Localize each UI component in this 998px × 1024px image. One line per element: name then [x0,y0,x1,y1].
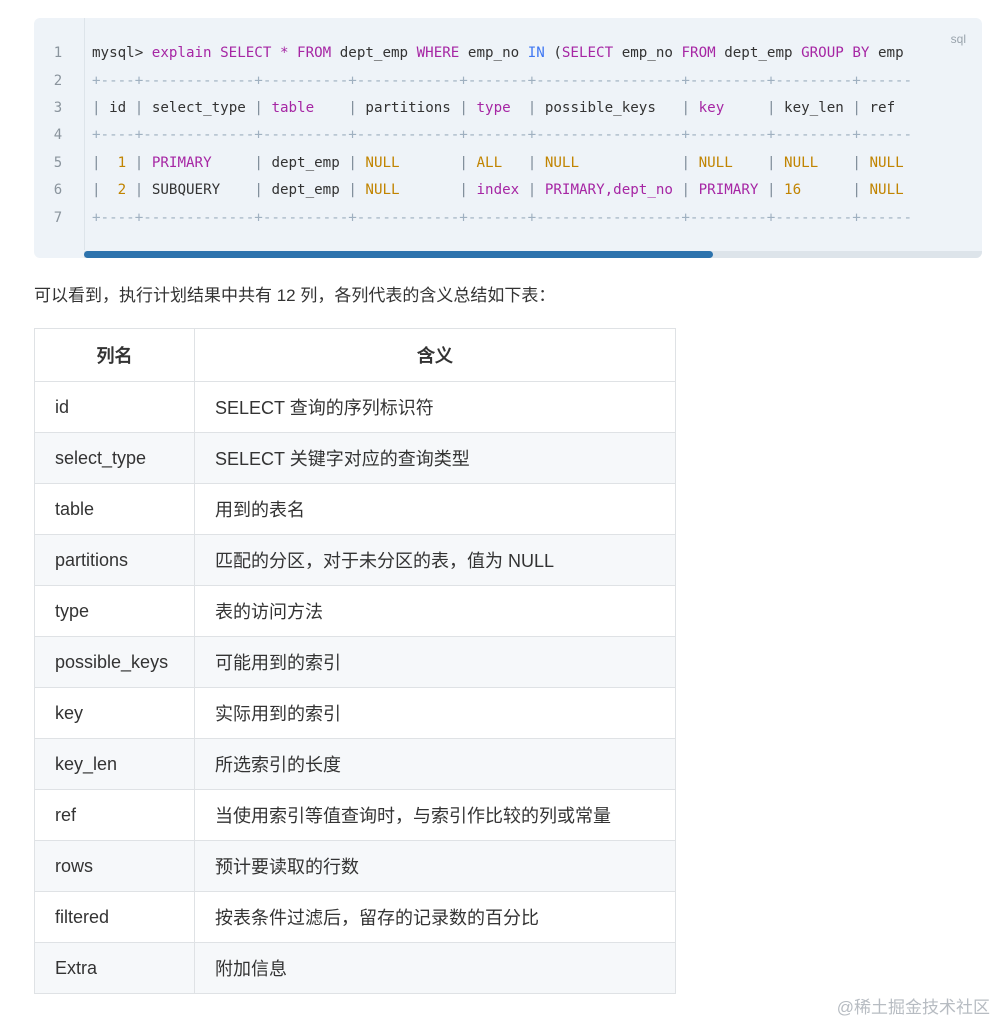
table-cell-meaning: 预计要读取的行数 [194,840,676,892]
table-cell-meaning: 匹配的分区，对于未分区的表，值为 NULL [194,534,676,586]
table-row: id SELECT 查询的序列标识符 [34,381,676,433]
watermark: @稀土掘金技术社区 [836,998,990,1017]
line-number: 4 [53,127,63,143]
table-cell-meaning: SELECT 关键字对应的查询类型 [194,432,676,484]
table-cell-name: Extra [34,942,195,994]
line-number: 3 [53,100,63,116]
table-cell-name: key [34,687,195,739]
table-cell-meaning: 用到的表名 [194,483,676,535]
table-cell-meaning: 按表条件过滤后，留存的记录数的百分比 [194,891,676,943]
line-number: 2 [53,73,63,89]
table-cell-name: table [34,483,195,535]
line-number: 6 [53,182,63,198]
table-cell-meaning: SELECT 查询的序列标识符 [194,381,676,433]
table-cell-name: filtered [34,891,195,943]
table-row: rows 预计要读取的行数 [34,840,676,892]
table-row: ref 当使用索引等值查询时，与索引作比较的列或常量 [34,789,676,841]
horizontal-scrollbar[interactable] [84,251,982,258]
code-line-divider: +----+-------------+----------+---------… [92,127,912,143]
table-cell-meaning: 当使用索引等值查询时，与索引作比较的列或常量 [194,789,676,841]
code-line-query: mysql> explain SELECT * FROM dept_emp WH… [92,45,904,61]
table-row: key 实际用到的索引 [34,687,676,739]
line-number: 7 [53,210,63,226]
table-header-row: 列名 含义 [34,328,676,382]
table-row: type 表的访问方法 [34,585,676,637]
table-row: Extra 附加信息 [34,942,676,994]
code-line-row: | 2 | SUBQUERY | dept_emp | NULL | index… [92,182,904,198]
code-block: sql 1 2 3 4 5 6 7 mysql> explain SELECT … [34,18,982,258]
intro-paragraph: 可以看到，执行计划结果中共有 12 列，各列代表的含义总结如下表： [34,286,556,305]
table-cell-name: select_type [34,432,195,484]
scrollbar-thumb[interactable] [84,251,713,258]
table-cell-name: key_len [34,738,195,790]
table-cell-name: possible_keys [34,636,195,688]
table-row: key_len 所选索引的长度 [34,738,676,790]
line-number: 1 [53,45,63,61]
table-cell-name: id [34,381,195,433]
table-row: possible_keys 可能用到的索引 [34,636,676,688]
table-cell-name: partitions [34,534,195,586]
column-meaning-table: 列名 含义 id SELECT 查询的序列标识符 select_type SELEC… [34,328,676,994]
table-cell-meaning: 所选索引的长度 [194,738,676,790]
table-row: select_type SELECT 关键字对应的查询类型 [34,432,676,484]
table-row: filtered 按表条件过滤后，留存的记录数的百分比 [34,891,676,943]
code-line-divider: +----+-------------+----------+---------… [92,73,912,89]
line-number: 5 [53,155,63,171]
table-cell-meaning: 实际用到的索引 [194,687,676,739]
table-cell-name: type [34,585,195,637]
code-line-divider: +----+-------------+----------+---------… [92,210,912,226]
code-lines: mysql> explain SELECT * FROM dept_emp WH… [92,18,982,250]
table-cell-name: ref [34,789,195,841]
table-cell-name: rows [34,840,195,892]
table-row: table 用到的表名 [34,483,676,535]
table-cell-meaning: 可能用到的索引 [194,636,676,688]
table-header-cell: 含义 [194,328,676,382]
table-cell-meaning: 附加信息 [194,942,676,994]
code-line-row: | 1 | PRIMARY | dept_emp | NULL | ALL | … [92,155,904,171]
table-header-cell: 列名 [34,328,195,382]
code-line-header: | id | select_type | table | partitions … [92,100,896,116]
table-row: partitions 匹配的分区，对于未分区的表，值为 NULL [34,534,676,586]
table-cell-meaning: 表的访问方法 [194,585,676,637]
line-number-gutter: 1 2 3 4 5 6 7 [34,18,85,250]
